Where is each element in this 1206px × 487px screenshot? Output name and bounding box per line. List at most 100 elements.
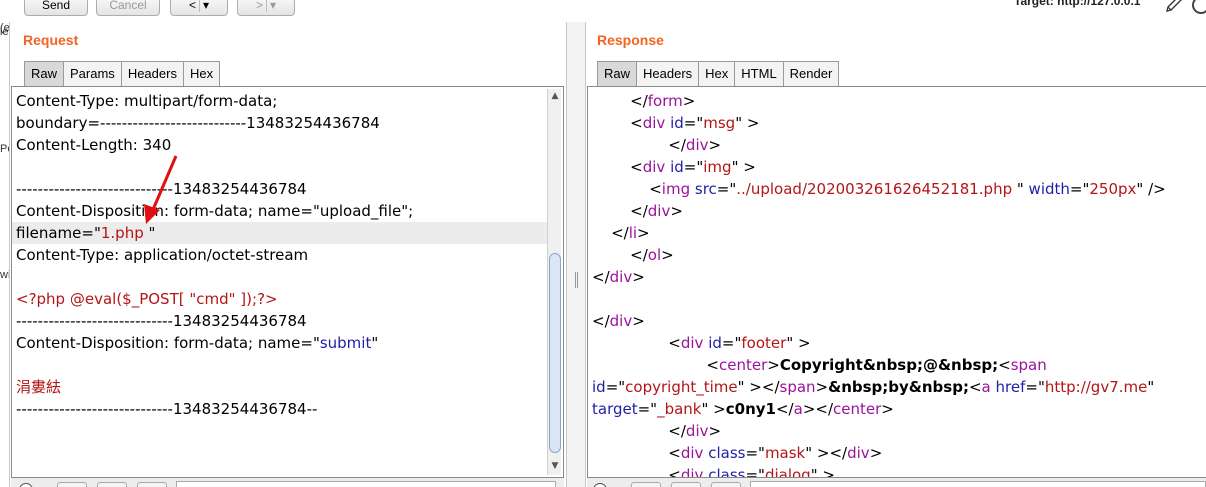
toolbar: Send Cancel < ▾ > ▾ Target: http://127.0.0… [0, 0, 1206, 22]
code-token: " ></ [805, 444, 848, 462]
code-token: div [647, 202, 671, 220]
send-button[interactable]: Send [24, 0, 88, 16]
left-clipped-panel: (e le Pe wi [0, 22, 10, 487]
search-option-button[interactable] [671, 482, 701, 487]
code-token: " [1147, 378, 1155, 396]
search-option-button[interactable] [711, 482, 741, 487]
code-line: <div class="dialog" > [592, 464, 835, 478]
search-input[interactable] [750, 481, 1206, 487]
code-token: " > [735, 114, 760, 132]
search-input[interactable] [176, 481, 556, 487]
code-token: < [592, 158, 643, 176]
code-token: </ [592, 246, 648, 264]
clipped-label: le [0, 26, 9, 38]
code-token: width [1028, 180, 1070, 198]
code-token: < [998, 356, 1011, 374]
tab-html[interactable]: HTML [734, 61, 784, 86]
help-icon[interactable] [19, 483, 33, 487]
code-token: > [661, 246, 674, 264]
code-token: =" [745, 444, 765, 462]
code-token: -----------------------------13483254436… [16, 312, 307, 330]
back-button[interactable]: < ▾ [170, 0, 228, 16]
code-line: -----------------------------13483254436… [16, 310, 307, 332]
code-line: </form> [592, 90, 695, 112]
tab-hex[interactable]: Hex [698, 61, 736, 86]
request-editor[interactable]: Content-Type: multipart/form-data; bounda… [11, 86, 564, 478]
code-token: =" [637, 400, 658, 418]
code-token: Content-Type: application/octet-stream [16, 246, 309, 264]
code-token: div [847, 444, 870, 462]
chevron-down-icon: ▾ [202, 0, 210, 12]
panel-divider[interactable] [566, 22, 586, 487]
code-token: http://gv7.me [1044, 378, 1148, 396]
code-token: _bank [657, 400, 702, 418]
code-token: </ [775, 400, 794, 418]
scroll-up-icon[interactable]: ▲ [550, 91, 560, 101]
code-line: <div class="mask" ></div> [592, 442, 882, 464]
forward-button[interactable]: > ▾ [237, 0, 295, 16]
code-line: </div> [592, 310, 645, 332]
tab-raw[interactable]: Raw [24, 61, 65, 86]
code-token: " /> [1136, 180, 1166, 198]
pencil-icon[interactable] [1164, 0, 1184, 14]
tab-render[interactable]: Render [782, 61, 840, 86]
code-token: &nbsp;by&nbsp; [828, 378, 969, 396]
code-line: </ol> [592, 244, 674, 266]
search-option-button[interactable] [57, 482, 87, 487]
code-line: <div id="msg" > [592, 112, 759, 134]
code-token: </ [592, 202, 648, 220]
code-token: img [661, 180, 691, 198]
code-token: > [637, 224, 650, 242]
code-token: </ [592, 224, 629, 242]
tab-params[interactable]: Params [63, 61, 122, 86]
tab-headers[interactable]: Headers [120, 61, 184, 86]
response-title: Response [597, 32, 664, 48]
search-option-button[interactable] [97, 482, 127, 487]
code-token: div [680, 466, 704, 478]
code-token: " [1012, 180, 1029, 198]
code-token: < [968, 378, 982, 396]
code-line: <img src="../upload/202003261626452181.p… [592, 178, 1166, 200]
code-token: < [592, 466, 681, 478]
code-line: <div id="img" > [592, 156, 756, 178]
code-token: span [1010, 356, 1047, 374]
code-line: </div> [592, 134, 721, 156]
cancel-button[interactable]: Cancel [96, 0, 160, 16]
code-token: 涓婁紶 [16, 378, 62, 396]
code-line: -----------------------------13483254436… [16, 398, 317, 420]
settings-icon[interactable] [1192, 0, 1206, 14]
search-option-button[interactable] [137, 482, 167, 487]
code-line: Content-Type: application/octet-stream [16, 244, 308, 266]
code-token: > [708, 136, 722, 154]
code-token: id [670, 158, 684, 176]
tab-headers[interactable]: Headers [636, 61, 700, 86]
code-token: " > [810, 466, 835, 478]
code-token: a [793, 400, 803, 418]
splitter-grip[interactable] [575, 272, 578, 288]
code-token: div [642, 114, 666, 132]
code-token: < [592, 444, 681, 462]
help-icon[interactable] [593, 483, 607, 487]
tab-raw[interactable]: Raw [597, 61, 638, 86]
code-token: filename=" [16, 224, 101, 242]
code-token: Content-Type: multipart/form-data; [16, 92, 278, 110]
clipped-label: Pe [0, 143, 9, 155]
code-token: submit [319, 334, 372, 352]
code-line: 涓婁紶 [16, 376, 61, 398]
response-editor[interactable]: </form> <div id="msg" > </div> <div id="… [587, 86, 1206, 478]
scroll-down-icon[interactable]: ▼ [550, 461, 560, 471]
code-token: </ [592, 268, 610, 286]
code-token: > [682, 92, 696, 110]
code-line: </div> [592, 200, 683, 222]
code-token: =" [605, 378, 626, 396]
request-scrollbar[interactable]: ▲ ▼ [547, 89, 561, 475]
search-option-button[interactable] [631, 482, 661, 487]
code-token: " > [731, 158, 756, 176]
code-token: ></ [802, 400, 834, 418]
code-token: boundary=---------------------------1348… [16, 114, 380, 132]
code-line: Content-Disposition: form-data; name="up… [16, 200, 413, 222]
code-token: div [680, 444, 704, 462]
scroll-thumb[interactable] [549, 253, 561, 453]
code-token: > [632, 268, 645, 286]
tab-hex[interactable]: Hex [182, 61, 221, 86]
